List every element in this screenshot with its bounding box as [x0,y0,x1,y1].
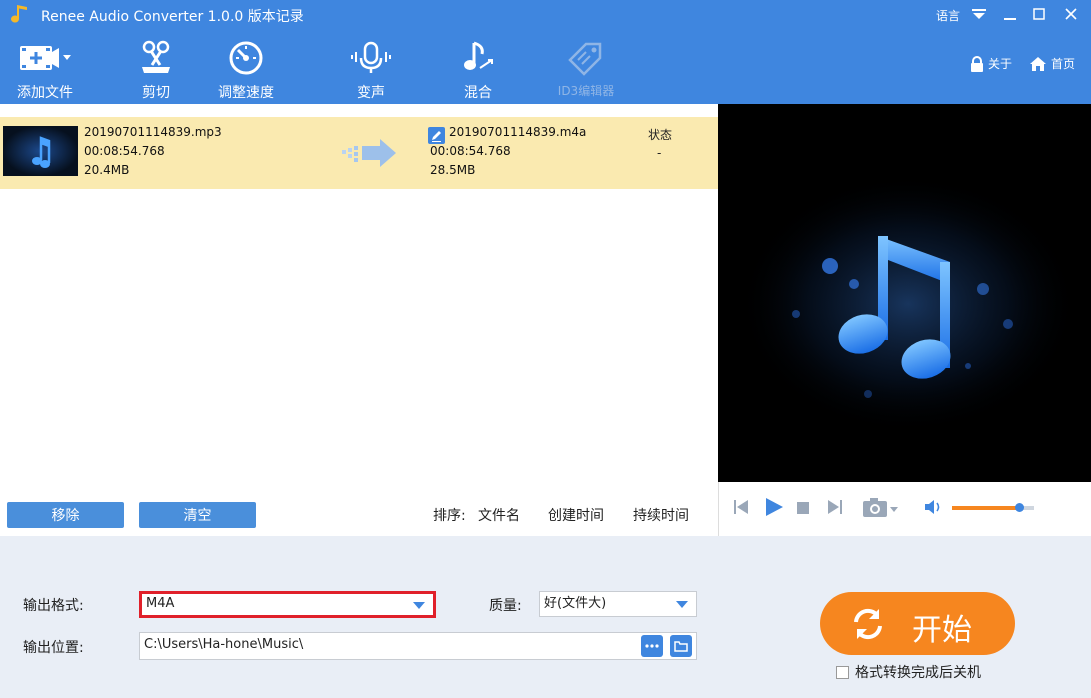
sort-by-duration[interactable]: 持续时间 [633,505,689,525]
status-header: 状态 [648,128,673,142]
quality-select[interactable]: 好(文件大) [539,591,697,617]
shutdown-option[interactable]: 格式转换完成后关机 [836,662,981,682]
output-path-value: C:\Users\Ha-hone\Music\ [144,637,304,652]
preview-panel [718,104,1091,482]
home-link[interactable]: 首页 [1029,55,1075,72]
music-note-artwork [738,174,1078,434]
previous-icon[interactable] [733,499,749,515]
sort-label: 排序: [433,508,466,524]
volume-slider-handle[interactable] [1015,503,1025,512]
volume-level-fill [952,506,1020,510]
output-location-label: 输出位置: [23,640,84,656]
source-duration: 00:08:54.768 [84,144,165,158]
toolbar-id3-editor: ID3编辑器 [550,40,622,99]
toolbar-cut-label: 剪切 [142,85,170,101]
output-size: 28.5MB [430,163,476,177]
maximize-icon[interactable] [1028,3,1050,25]
next-icon[interactable] [827,499,843,515]
camera-snapshot-icon[interactable] [862,497,900,519]
start-label: 开始 [912,613,972,648]
chevron-down-icon [413,602,425,609]
sort-by-filename[interactable]: 文件名 [478,505,520,525]
output-format-label: 输出格式: [23,598,84,614]
output-path-field[interactable]: C:\Users\Ha-hone\Music\ [139,632,697,660]
add-file-icon [20,46,71,70]
quality-label: 质量: [489,598,522,614]
play-icon[interactable] [764,497,784,517]
open-folder-button[interactable] [670,635,692,657]
toolbar-mix-label: 混合 [464,85,492,101]
close-icon[interactable] [1060,3,1082,25]
status-value: - [657,146,662,160]
quality-value: 好(文件大) [544,596,607,611]
audio-thumbnail [3,126,78,176]
output-format-value: M4A [146,596,175,611]
toolbar-add-file[interactable]: 添加文件 [13,40,77,102]
shutdown-label: 格式转换完成后关机 [855,665,981,681]
tag-icon [568,42,602,76]
output-settings: 输出格式: M4A 质量: 好(文件大) 输出位置: C:\Users\Ha-h… [0,536,1091,698]
stop-icon[interactable] [797,502,809,514]
toolbar-add-file-label: 添加文件 [17,85,73,101]
about-label: 关于 [988,57,1013,71]
toolbar-speed[interactable]: 调整速度 [214,40,278,102]
toolbar-voice-change-label: 变声 [357,85,385,101]
language-label[interactable]: 语言 [936,7,960,24]
speed-gauge-icon [229,41,263,75]
source-file-name: 20190701114839.mp3 [84,125,222,139]
music-note-app-icon [11,5,27,23]
about-link[interactable]: 关于 [970,55,1012,72]
scissors-icon [142,40,170,73]
remove-button[interactable]: 移除 [7,502,124,528]
media-player-controls [718,482,1091,536]
output-file-name: 20190701114839.m4a [449,125,587,139]
toolbar-speed-label: 调整速度 [218,85,274,101]
chevron-down-icon [676,601,688,608]
output-duration: 00:08:54.768 [430,144,511,158]
language-dropdown-icon[interactable] [970,3,988,25]
lock-icon [971,55,983,72]
microphone-icon [351,41,391,73]
output-format-select[interactable]: M4A [139,591,436,618]
more-dots-icon [645,644,659,648]
refresh-icon [854,608,882,640]
file-row[interactable]: 20190701114839.mp3 00:08:54.768 20.4MB 2… [0,117,718,189]
file-list: 20190701114839.mp3 00:08:54.768 20.4MB 2… [0,104,718,536]
shutdown-checkbox[interactable] [836,665,849,679]
clear-button[interactable]: 清空 [139,502,256,528]
music-mix-icon [464,41,493,70]
browse-button[interactable] [641,635,663,657]
toolbar-mix[interactable]: 混合 [455,40,501,102]
start-button[interactable]: 开始 [820,592,1015,655]
source-size: 20.4MB [84,163,130,177]
title-bar: Renee Audio Converter 1.0.0 版本记录 语言 [0,0,1091,30]
volume-slider[interactable] [952,503,1034,512]
toolbar-voice-change[interactable]: 变声 [346,40,396,102]
home-label: 首页 [1051,57,1076,71]
minimize-icon[interactable] [999,3,1021,25]
toolbar-cut[interactable]: 剪切 [127,40,185,102]
top-bar: Renee Audio Converter 1.0.0 版本记录 语言 添加文件 [0,0,1091,104]
home-icon [1030,56,1046,71]
folder-icon [674,641,688,652]
toolbar-id3-editor-label: ID3编辑器 [557,84,615,98]
volume-icon[interactable] [924,499,944,515]
list-footer: 移除 清空 排序: 文件名 创建时间 持续时间 [0,490,718,536]
convert-arrow-icon [342,139,396,167]
sort-by-created[interactable]: 创建时间 [548,505,604,525]
app-title: Renee Audio Converter 1.0.0 版本记录 [41,9,304,25]
